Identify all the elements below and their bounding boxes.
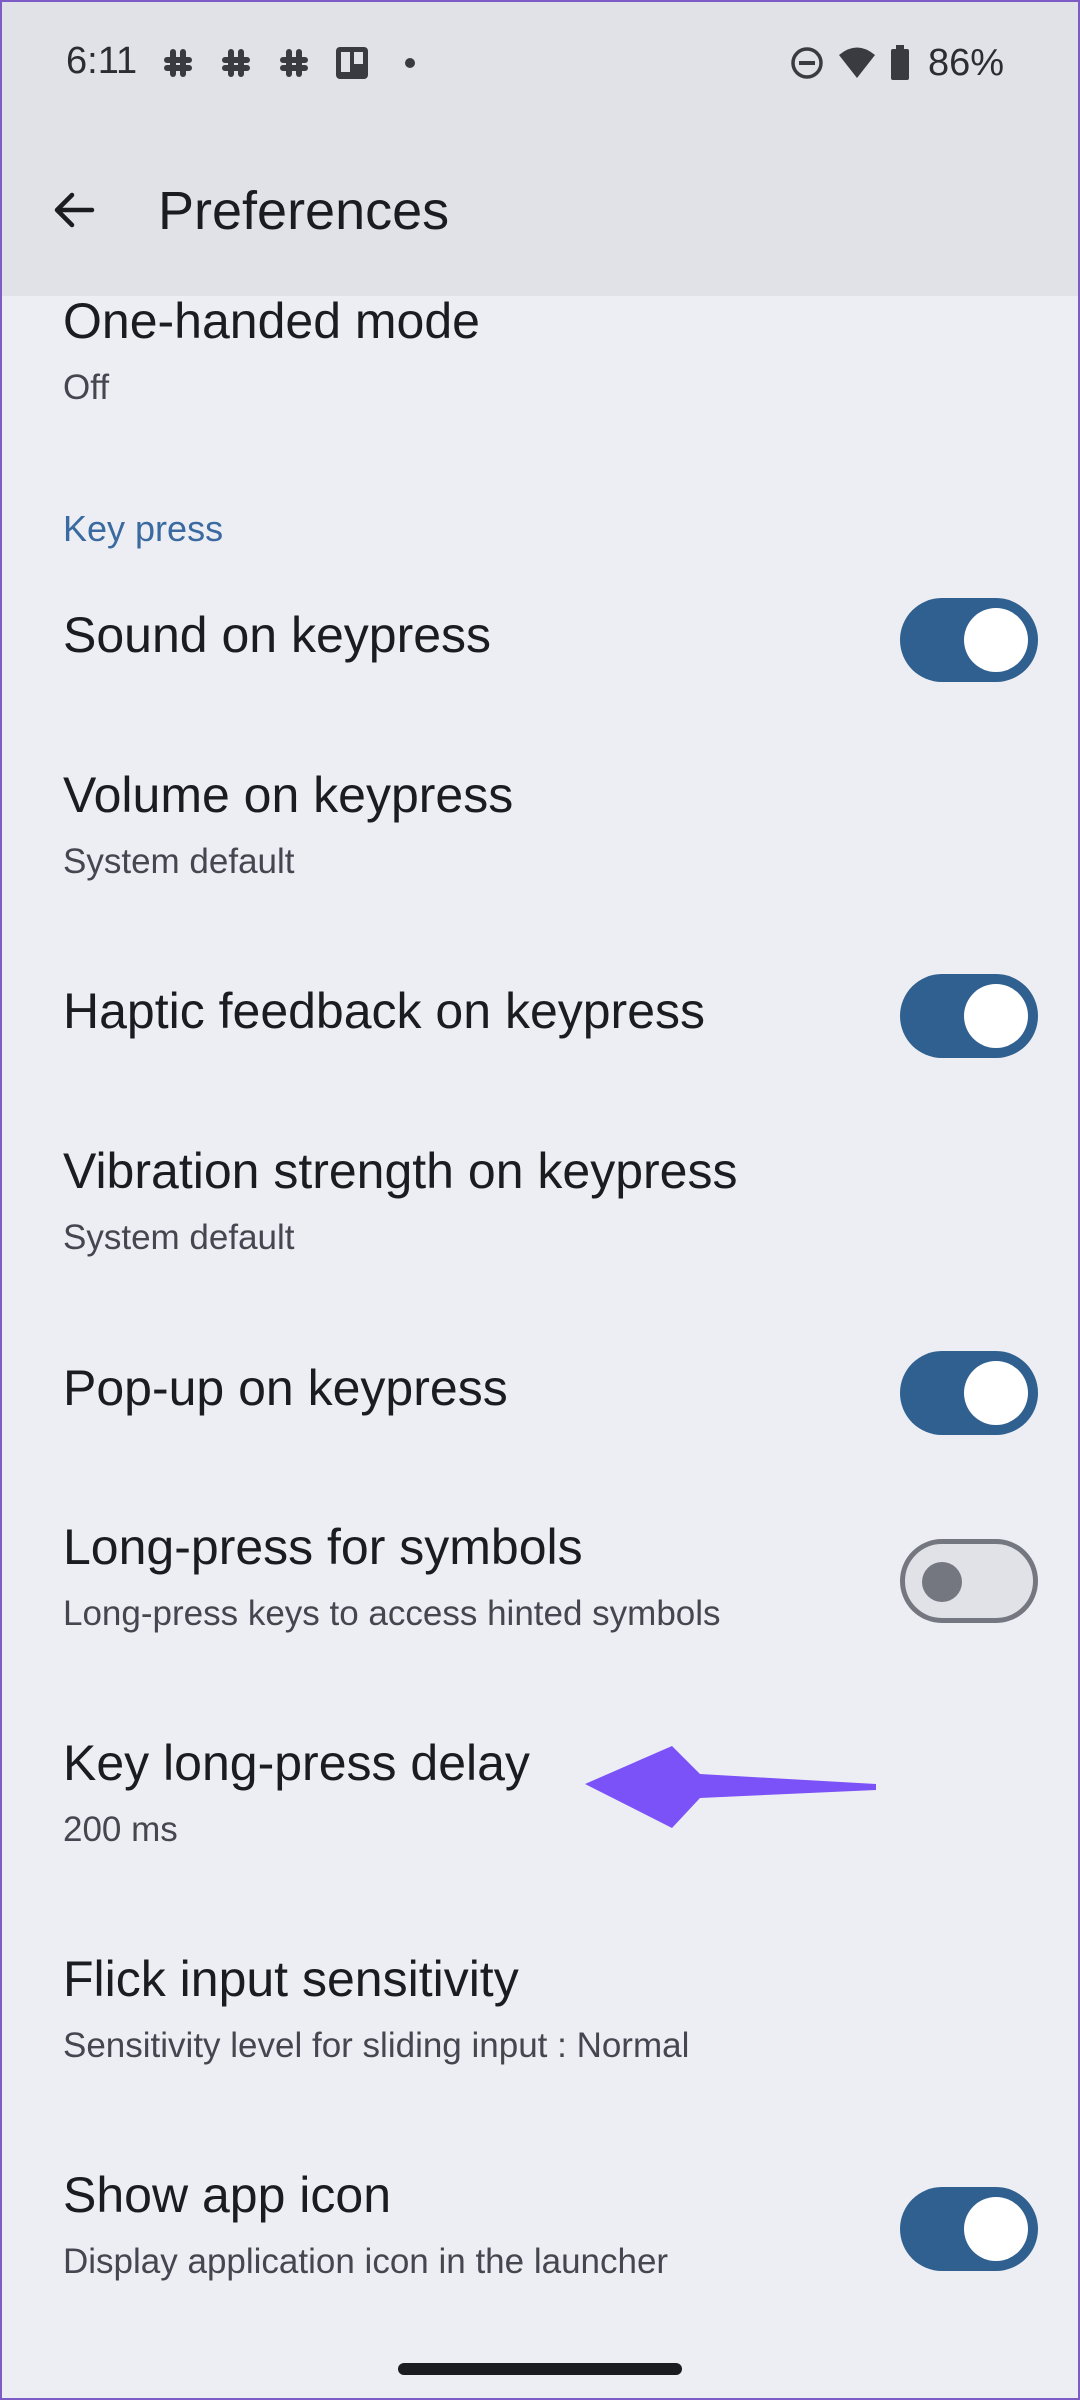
- sound-toggle[interactable]: [900, 598, 1038, 682]
- setting-title: Long-press for symbols: [63, 1519, 583, 1575]
- toggle-knob: [964, 608, 1028, 672]
- setting-subtitle: Display application icon in the launcher: [63, 2242, 669, 2281]
- setting-title: Vibration strength on keypress: [63, 1143, 738, 1199]
- popup-toggle[interactable]: [900, 1351, 1038, 1435]
- setting-subtitle: 200 ms: [63, 1810, 178, 1849]
- dot-icon: [405, 58, 415, 68]
- page-title: Preferences: [158, 181, 450, 241]
- setting-title: One-handed mode: [63, 293, 480, 349]
- battery-percentage: 86%: [927, 41, 1004, 84]
- slack-icon: [222, 49, 250, 77]
- arrow-back-icon: [54, 192, 95, 228]
- home-indicator[interactable]: [398, 2363, 682, 2375]
- do-not-disturb-icon: [791, 47, 823, 79]
- haptic-toggle[interactable]: [900, 974, 1038, 1058]
- notification-icons: [160, 40, 428, 86]
- wifi-icon: [838, 47, 875, 78]
- setting-title: Pop-up on keypress: [63, 1360, 508, 1416]
- setting-title: Flick input sensitivity: [63, 1951, 519, 2007]
- long-press-symbols-toggle[interactable]: [900, 1539, 1038, 1623]
- toggle-knob: [964, 984, 1028, 1048]
- show-app-icon-toggle[interactable]: [900, 2187, 1038, 2271]
- setting-title: Sound on keypress: [63, 607, 492, 663]
- setting-title: Volume on keypress: [63, 767, 514, 823]
- setting-subtitle: Off: [63, 368, 110, 407]
- slack-icon: [164, 49, 192, 77]
- setting-title: Haptic feedback on keypress: [63, 983, 706, 1039]
- setting-subtitle: Sensitivity level for sliding input : No…: [63, 2026, 690, 2065]
- annotation-arrow-icon: [585, 1746, 876, 1828]
- status-time: 6:11: [66, 40, 138, 82]
- toggle-knob: [964, 2197, 1028, 2261]
- setting-title: Key long-press delay: [63, 1735, 530, 1791]
- battery-icon: [890, 45, 909, 80]
- status-bar: 6:11 86%: [0, 0, 1080, 126]
- system-icons: 86%: [790, 40, 1004, 86]
- setting-subtitle: Long-press keys to access hinted symbols: [63, 1594, 721, 1633]
- setting-subtitle: System default: [63, 1218, 295, 1257]
- trello-icon: [336, 47, 368, 79]
- setting-subtitle: System default: [63, 842, 295, 881]
- back-button[interactable]: [46, 182, 102, 238]
- section-header-key-press: Key press: [63, 508, 224, 549]
- app-bar: Preferences: [0, 126, 1080, 296]
- toggle-knob: [964, 1361, 1028, 1425]
- toggle-knob: [922, 1562, 962, 1602]
- slack-icon: [280, 49, 308, 77]
- setting-title: Show app icon: [63, 2167, 392, 2223]
